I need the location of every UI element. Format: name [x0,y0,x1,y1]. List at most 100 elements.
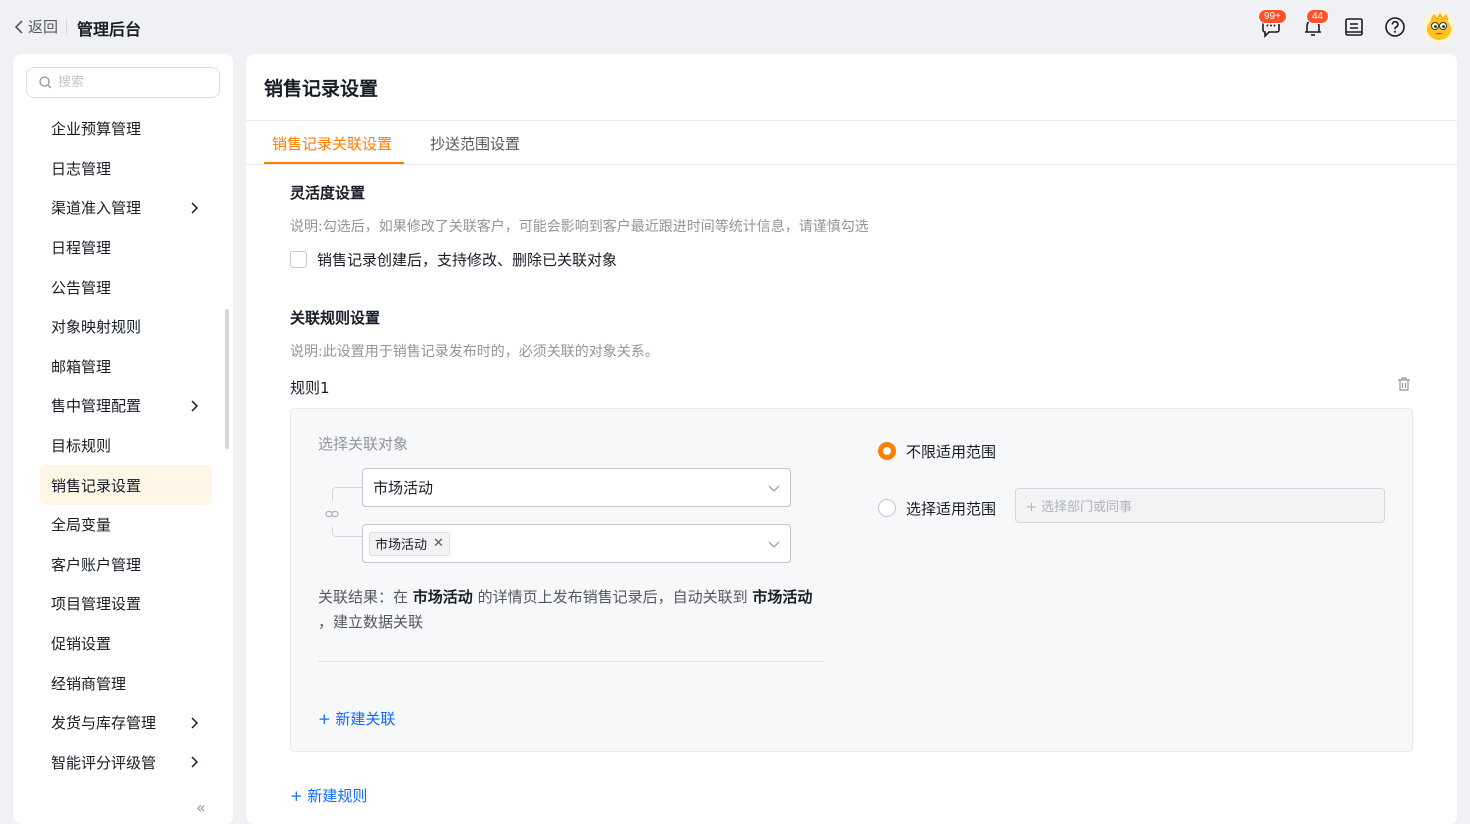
document-icon [1345,18,1363,36]
result-target-object: 市场活动 [752,588,813,606]
messages-badge: 99+ [1258,9,1287,24]
topbar-divider [66,19,67,35]
sidebar-item-label: 企业预算管理 [51,120,142,139]
sidebar-item-label: 发货与库存管理 [51,714,157,733]
add-rule-button[interactable]: + 新建规则 [290,785,367,806]
chevron-left-icon [14,19,23,34]
page-title: 销售记录设置 [264,78,379,100]
sidebar-item[interactable]: 促销设置 [40,624,212,664]
chevron-down-icon [768,485,780,492]
search-icon [39,76,52,89]
rule-card: 选择关联对象 市场活动 市场活动 ✕ 关联结果：在 市场活动 的详情页上发布销售… [290,408,1413,752]
sidebar-item[interactable]: 公告管理 [40,267,212,307]
add-link-button[interactable]: + 新建关联 [318,708,395,729]
sidebar-item[interactable]: 企业预算管理 [40,109,212,149]
link-result-text: 关联结果：在 市场活动 的详情页上发布销售记录后，自动关联到 市场活动 ，建立数据… [318,585,838,635]
sidebar-item-label: 销售记录设置 [51,476,142,495]
link-icon [325,510,339,518]
sidebar-item[interactable]: 项目管理设置 [40,584,212,624]
result-source-object: 市场活动 [412,588,473,606]
tab-link-settings[interactable]: 销售记录关联设置 [272,133,392,154]
sidebar-item-label: 促销设置 [51,635,112,654]
tab-cc-scope-settings[interactable]: 抄送范围设置 [430,133,520,154]
allow-modify-checkbox[interactable] [290,251,307,268]
sidebar-item-label: 渠道准入管理 [51,199,142,218]
app-title: 管理后台 [77,20,142,39]
chevron-right-icon [191,756,199,768]
tasks-button[interactable] [1341,14,1367,40]
sidebar-item[interactable]: 对象映射规则 [40,307,212,347]
rules-section-title: 关联规则设置 [290,309,381,327]
chevron-right-icon [191,202,199,214]
chevron-right-icon [191,717,199,729]
sidebar-item[interactable]: 销售记录设置 [40,465,212,505]
notifications-button[interactable]: 44 [1300,9,1330,40]
sidebar: 企业预算管理日志管理渠道准入管理日程管理公告管理对象映射规则邮箱管理售中管理配置… [13,54,233,824]
sidebar-item[interactable]: 日程管理 [40,228,212,268]
scope-unlimited-label[interactable]: 不限适用范围 [906,441,996,462]
search-input[interactable] [58,75,208,90]
sidebar-item[interactable]: 渠道准入管理 [40,188,212,228]
card-divider [318,661,824,662]
link-icon-wrap [319,501,345,527]
result-suffix: ，建立数据关联 [318,613,424,631]
sidebar-item[interactable]: 客户账户管理 [40,545,212,585]
back-button[interactable]: 返回 [14,16,58,37]
linked-objects-select[interactable]: 市场活动 ✕ [362,524,791,563]
scope-select-radio[interactable] [878,499,896,517]
result-prefix: 关联结果：在 [318,588,413,606]
sidebar-item[interactable]: 邮箱管理 [40,347,212,387]
sidebar-item[interactable]: 全局变量 [40,505,212,545]
sidebar-item-label: 日志管理 [51,159,112,178]
sidebar-item[interactable]: 目标规则 [40,426,212,466]
top-bar: 返回 管理后台 99+ 44 [0,0,1470,54]
notifications-badge: 44 [1306,9,1330,24]
sidebar-item-label: 全局变量 [51,516,112,535]
sidebar-item-label: 目标规则 [51,437,112,456]
scope-picker-input[interactable]: + 选择部门或同事 [1015,488,1385,523]
sidebar-item[interactable]: 日志管理 [40,149,212,189]
linked-object-tag: 市场活动 ✕ [369,531,450,556]
active-tab-indicator [264,162,404,164]
collapse-sidebar-button[interactable]: « [196,798,206,817]
scope-select-label[interactable]: 选择适用范围 [906,498,996,519]
sidebar-item-label: 对象映射规则 [51,318,142,337]
trash-icon [1398,377,1410,391]
sidebar-item-label: 客户账户管理 [51,555,142,574]
back-label: 返回 [28,18,59,36]
chevron-right-icon [191,400,199,412]
chevron-down-icon [768,541,780,548]
sidebar-item-label: 日程管理 [51,239,112,258]
allow-modify-checkbox-label[interactable]: 销售记录创建后，支持修改、删除已关联对象 [317,249,617,270]
sidebar-item[interactable]: 智能评分评级管 [40,743,212,783]
primary-object-value: 市场活动 [373,479,434,497]
sidebar-nav: 企业预算管理 日志管理渠道准入管理 日程管理公告管理对象映射规则 邮箱管理售中管理配置… [40,109,212,782]
linked-object-tag-label: 市场活动 [375,538,428,553]
sidebar-item-label: 邮箱管理 [51,357,112,376]
sidebar-item-label: 经销商管理 [51,674,127,693]
sidebar-item-label: 售中管理配置 [51,397,142,416]
sidebar-item-label: 公告管理 [51,278,112,297]
rule-label: 规则1 [290,379,330,397]
scope-unlimited-radio[interactable] [878,442,896,460]
remove-tag-icon[interactable]: ✕ [433,536,444,551]
tab-bar: 销售记录关联设置 抄送范围设置 [246,121,1457,165]
select-object-label: 选择关联对象 [318,435,409,453]
primary-object-select[interactable]: 市场活动 [362,468,791,507]
messages-button[interactable]: 99+ [1258,9,1287,40]
main-panel: 销售记录设置 销售记录关联设置 抄送范围设置 灵活度设置 说明:勾选后，如果修改… [246,54,1457,824]
rules-description: 说明:此设置用于销售记录发布时的，必须关联的对象关系。 [290,344,659,360]
avatar-mascot-icon [1422,10,1456,44]
sidebar-item[interactable]: 经销商管理 [40,663,212,703]
delete-rule-button[interactable] [1396,376,1412,396]
sidebar-search[interactable] [26,67,220,98]
avatar[interactable] [1422,10,1456,44]
sidebar-item-label: 智能评分评级管 [51,753,157,772]
flexibility-section-title: 灵活度设置 [290,184,366,202]
sidebar-item[interactable]: 发货与库存管理 [40,703,212,743]
help-icon [1385,17,1405,37]
sidebar-item[interactable]: 售中管理配置 [40,386,212,426]
help-button[interactable] [1382,14,1408,40]
sidebar-scrollbar[interactable] [225,309,229,449]
sidebar-item-label: 项目管理设置 [51,595,142,614]
